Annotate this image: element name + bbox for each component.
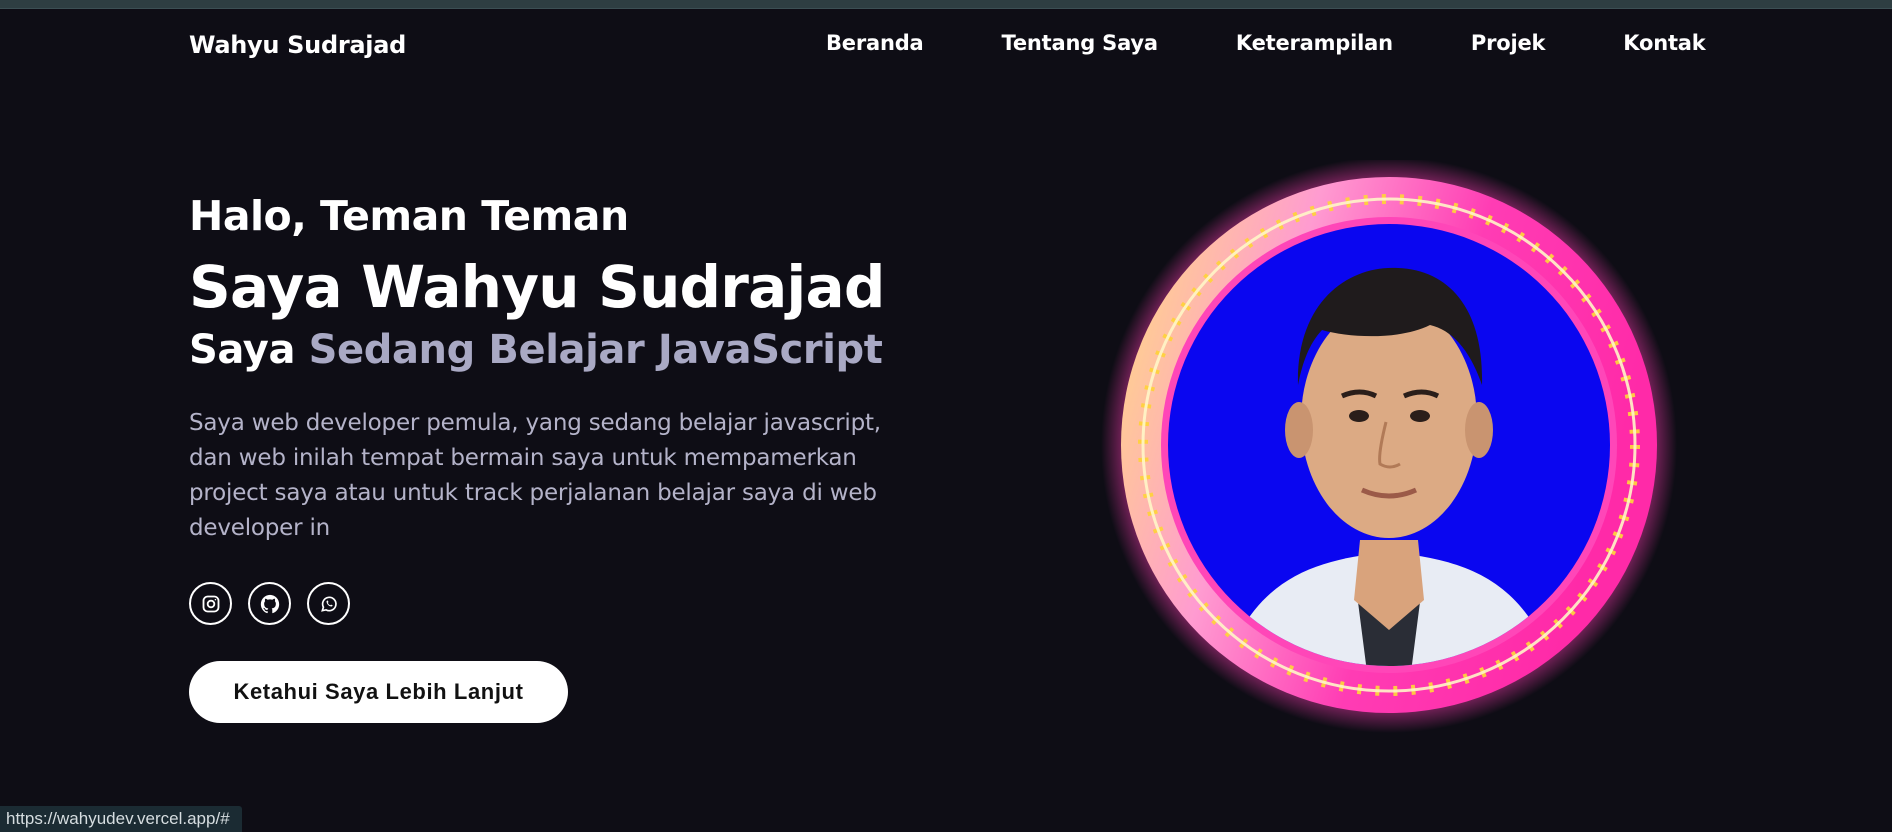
social-links — [189, 582, 909, 625]
whatsapp-link[interactable] — [307, 582, 350, 625]
navbar: Wahyu Sudrajad Beranda Tentang Saya Kete… — [0, 9, 1892, 81]
nav-link-tentang-saya[interactable]: Tentang Saya — [1002, 31, 1159, 55]
instagram-link[interactable] — [189, 582, 232, 625]
hero-name: Saya Wahyu Sudrajad — [189, 253, 885, 321]
github-link[interactable] — [248, 582, 291, 625]
learning-accent: Sedang Belajar JavaScript — [308, 327, 883, 373]
nav-link-projek[interactable]: Projek — [1471, 31, 1546, 55]
hero-learning-line: Saya Sedang Belajar JavaScript — [189, 324, 909, 376]
github-icon — [260, 594, 279, 613]
nav-link-keterampilan[interactable]: Keterampilan — [1236, 31, 1393, 55]
hero-description: Saya web developer pemula, yang sedang b… — [189, 410, 881, 541]
nav-link-kontak[interactable]: Kontak — [1623, 31, 1705, 55]
hero-text: Halo, Teman Teman Saya Wahyu Sudrajad Sa… — [189, 190, 909, 723]
whatsapp-icon — [320, 596, 337, 612]
status-bar-url: https://wahyudev.vercel.app/# — [0, 806, 242, 832]
browser-top-strip — [0, 0, 1892, 9]
learn-more-button[interactable]: Ketahui Saya Lebih Lanjut — [189, 661, 568, 723]
hero-greeting: Halo, Teman Teman — [189, 192, 629, 240]
nav-links: Beranda Tentang Saya Keterampilan Projek… — [826, 31, 1706, 55]
instagram-icon — [202, 595, 219, 612]
nav-link-beranda[interactable]: Beranda — [826, 31, 924, 55]
profile-photo-graphic — [1101, 157, 1677, 733]
learning-prefix: Saya — [189, 327, 296, 373]
profile-photo — [1100, 157, 1680, 740]
brand-logo[interactable]: Wahyu Sudrajad — [189, 31, 406, 59]
